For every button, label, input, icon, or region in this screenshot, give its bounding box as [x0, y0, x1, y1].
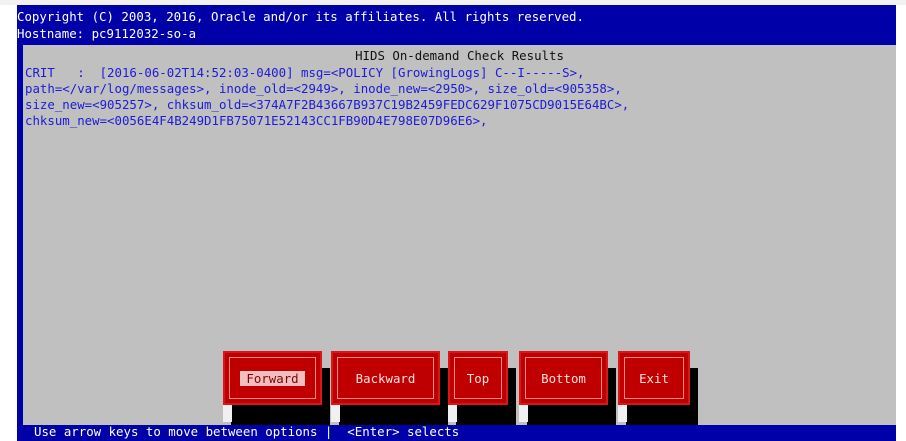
bottom-key-strip — [519, 404, 528, 422]
terminal-screen: Copyright (C) 2003, 2016, Oracle and/or … — [0, 0, 906, 441]
result-line: CRIT : [2016-06-02T14:52:03-0400] msg=<P… — [25, 65, 585, 80]
exit-button[interactable]: Exit — [618, 351, 690, 405]
results-title: HIDS On-demand Check Results — [355, 48, 564, 63]
bottom-button-label: Bottom — [541, 370, 586, 386]
result-line: path=</var/log/messages>, inode_old=<294… — [25, 81, 622, 96]
top-button-label: Top — [466, 370, 490, 386]
backward-key-strip — [331, 404, 340, 422]
backward-button[interactable]: Backward — [331, 351, 440, 405]
result-line: chksum_new=<0056E4F4B249D1FB75071E52143C… — [25, 113, 488, 128]
forward-button[interactable]: Forward — [223, 351, 322, 405]
forward-button-label: Forward — [240, 370, 305, 386]
copyright-text: Copyright (C) 2003, 2016, Oracle and/or … — [17, 9, 584, 24]
exit-button-label: Exit — [639, 370, 669, 386]
forward-key-strip — [223, 404, 232, 422]
result-line: size_new=<905257>, chksum_old=<374A7F2B4… — [25, 97, 630, 112]
status-hint: Use arrow keys to move between options |… — [34, 424, 460, 439]
top-button[interactable]: Top — [448, 351, 508, 405]
exit-key-strip — [618, 404, 627, 422]
backward-button-label: Backward — [355, 370, 416, 386]
hostname-text: Hostname: pc9112032-so-a — [17, 26, 197, 41]
top-key-strip — [448, 404, 457, 422]
bottom-button[interactable]: Bottom — [519, 351, 608, 405]
